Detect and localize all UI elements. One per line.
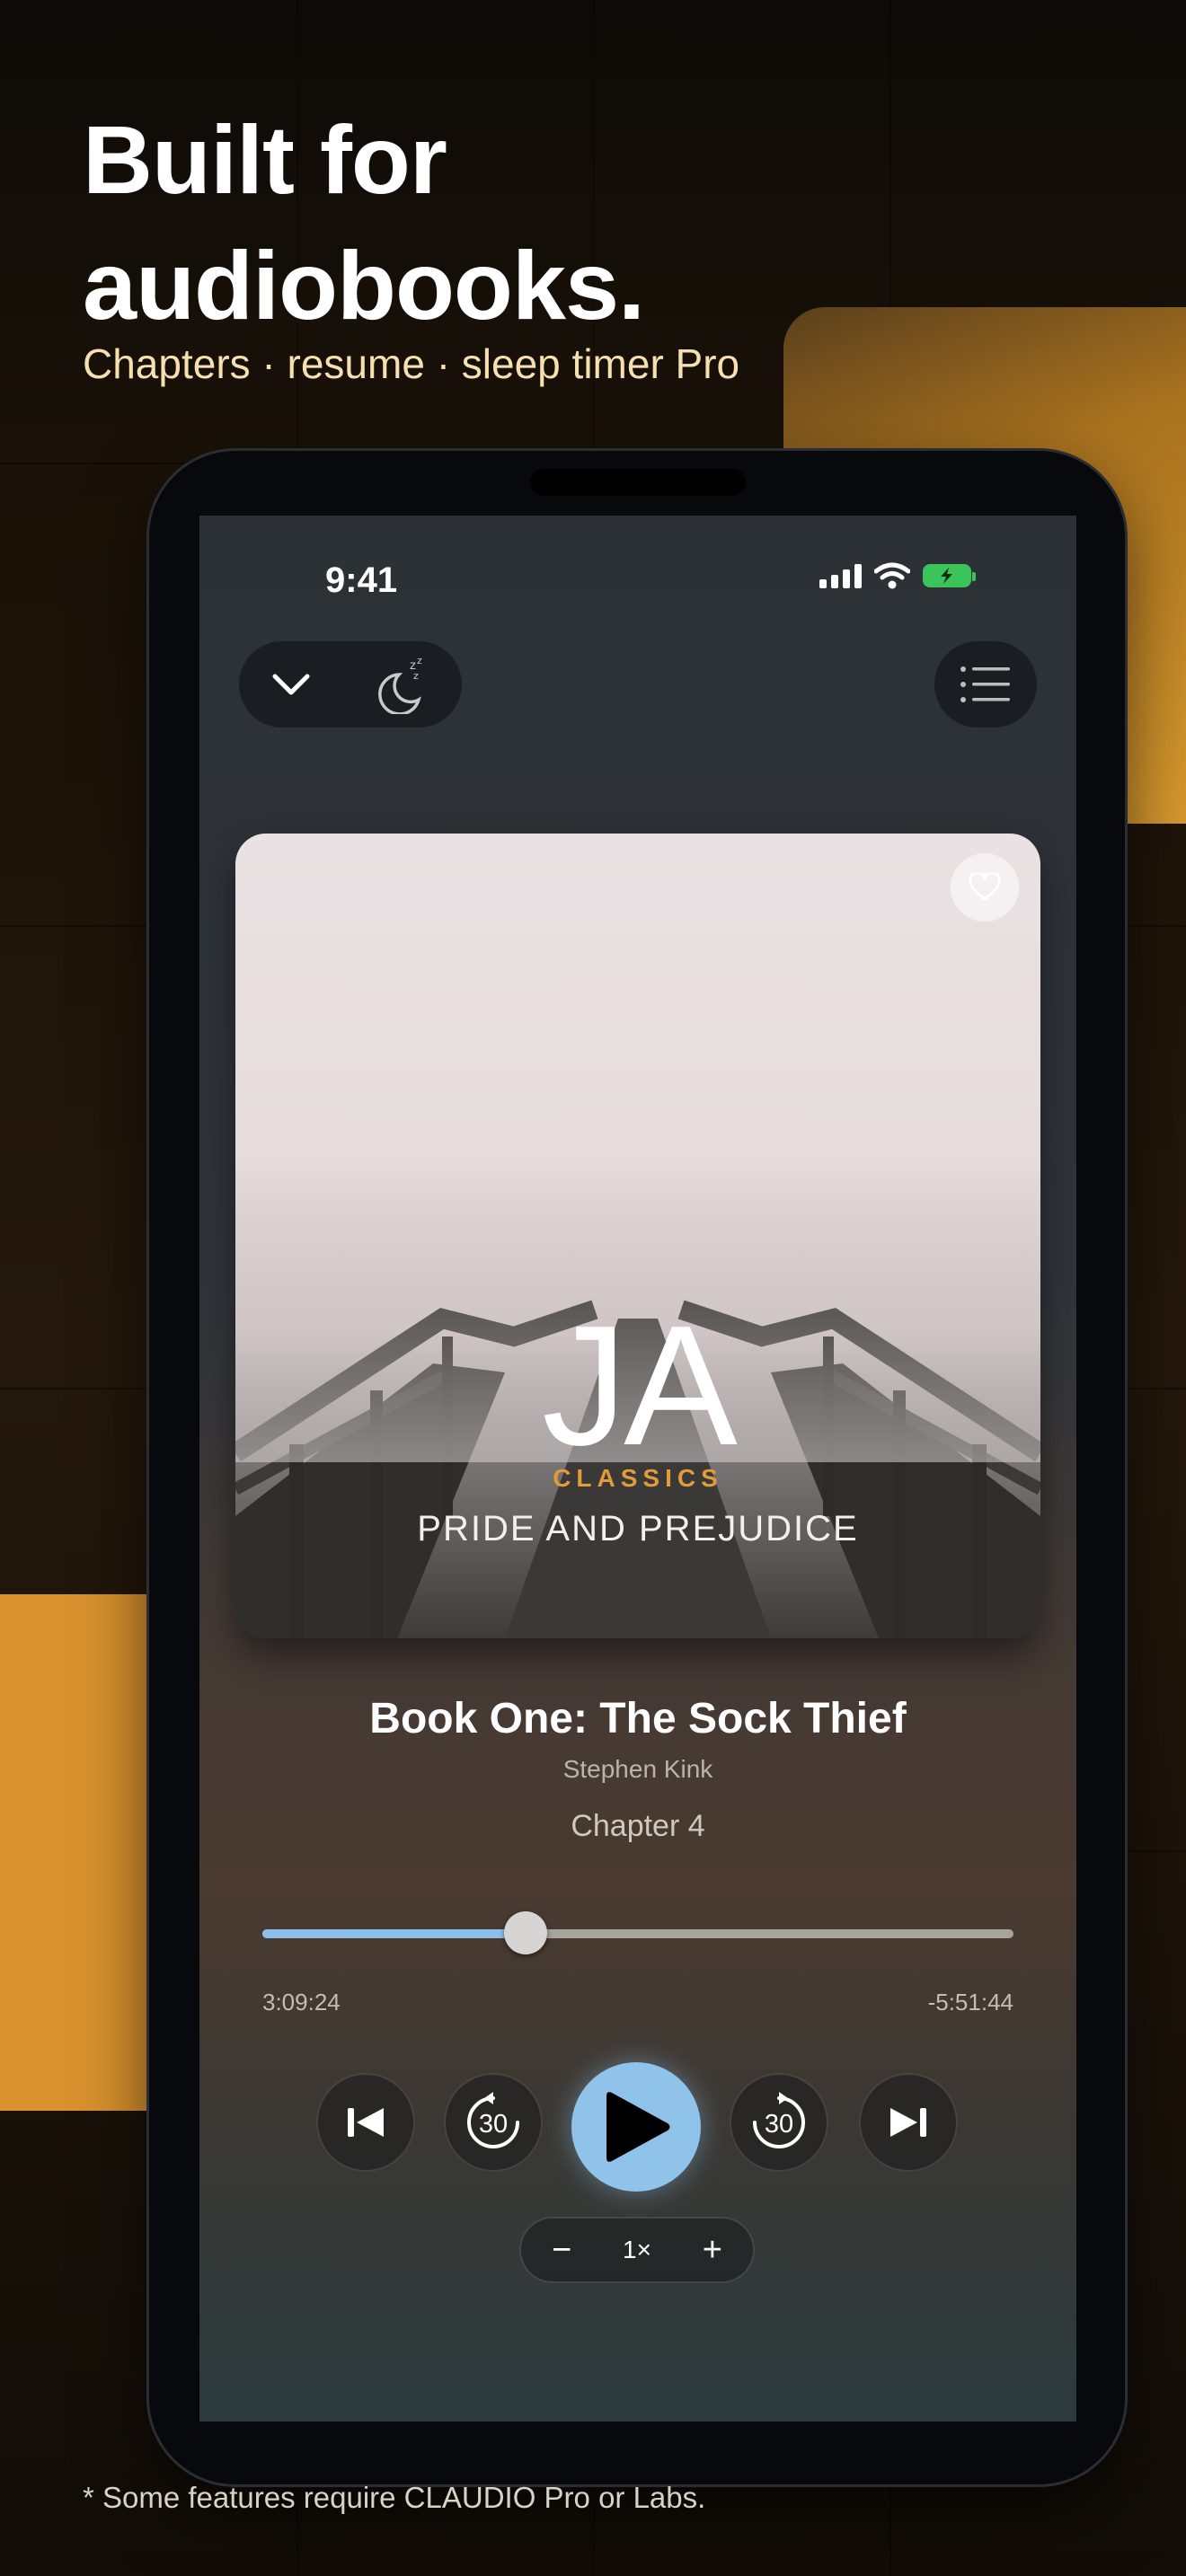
album-cover: JA CLASSICS PRIDE AND PREJUDICE <box>235 834 1040 1638</box>
svg-text:z: z <box>417 655 422 666</box>
next-chapter-button[interactable] <box>861 2075 956 2170</box>
book-title: Book One: The Sock Thief <box>369 1695 907 1742</box>
chapters-button[interactable] <box>934 641 1037 728</box>
heart-icon <box>969 873 1001 901</box>
skip-back-button[interactable]: 30 <box>446 2075 541 2170</box>
progress-thumb[interactable] <box>503 1911 547 1954</box>
progress-fill <box>262 1929 526 1938</box>
skip-forward-button[interactable]: 30 <box>731 2075 827 2170</box>
forward-30-icon: 30 <box>753 2092 805 2148</box>
footnote: * Some features require CLAUDIO Pro or L… <box>83 2481 706 2514</box>
hero-headline-line: audiobooks. <box>83 231 645 340</box>
chevron-down-icon[interactable] <box>271 671 311 698</box>
favorite-button[interactable] <box>951 853 1019 922</box>
rewind-30-icon: 30 <box>467 2092 519 2148</box>
hero-subline: Chapters · resume · sleep timer Pro <box>83 340 740 387</box>
skip-next-icon <box>890 2108 926 2137</box>
chapter-label: Chapter 4 <box>571 1809 705 1843</box>
skip-previous-icon <box>348 2108 384 2137</box>
book-author: Stephen Kink <box>562 1755 713 1783</box>
wifi-icon <box>874 562 910 589</box>
battery-charging-icon <box>923 564 976 587</box>
hero-headline: Built for audiobooks. <box>83 97 645 348</box>
moon-zzz-icon[interactable]: z z z <box>377 655 429 714</box>
remaining-time: -5:51:44 <box>927 1989 1013 2016</box>
accent-panel <box>0 1594 171 2111</box>
phone-speaker <box>530 469 746 496</box>
progress-slider[interactable] <box>262 1911 1013 1954</box>
svg-text:z: z <box>413 670 419 682</box>
cover-initials: JA <box>542 1291 738 1481</box>
skip-forward-seconds: 30 <box>765 2110 793 2139</box>
elapsed-time: 3:09:24 <box>262 1989 341 2016</box>
top-left-controls: z z z <box>239 641 462 728</box>
status-icons <box>819 562 976 589</box>
play-button[interactable] <box>571 2062 701 2192</box>
previous-chapter-button[interactable] <box>318 2075 413 2170</box>
list-icon <box>960 666 1010 702</box>
playback-speed-control: − 1× + <box>521 2219 753 2281</box>
player-screen: 9:41 z z z JA CLASSICS PRIDE AND PREJUDI… <box>199 516 1076 2422</box>
hero-headline-line: Built for <box>83 105 447 214</box>
speed-decrease-button[interactable]: − <box>552 2233 571 2267</box>
cellular-signal-icon <box>819 563 862 588</box>
status-time: 9:41 <box>325 560 398 600</box>
cover-title: PRIDE AND PREJUDICE <box>417 1509 859 1548</box>
cover-series-label: CLASSICS <box>553 1464 723 1492</box>
skip-back-seconds: 30 <box>479 2110 508 2139</box>
speed-value: 1× <box>623 2236 651 2263</box>
speed-increase-button[interactable]: + <box>703 2233 722 2267</box>
play-icon <box>606 2092 670 2162</box>
